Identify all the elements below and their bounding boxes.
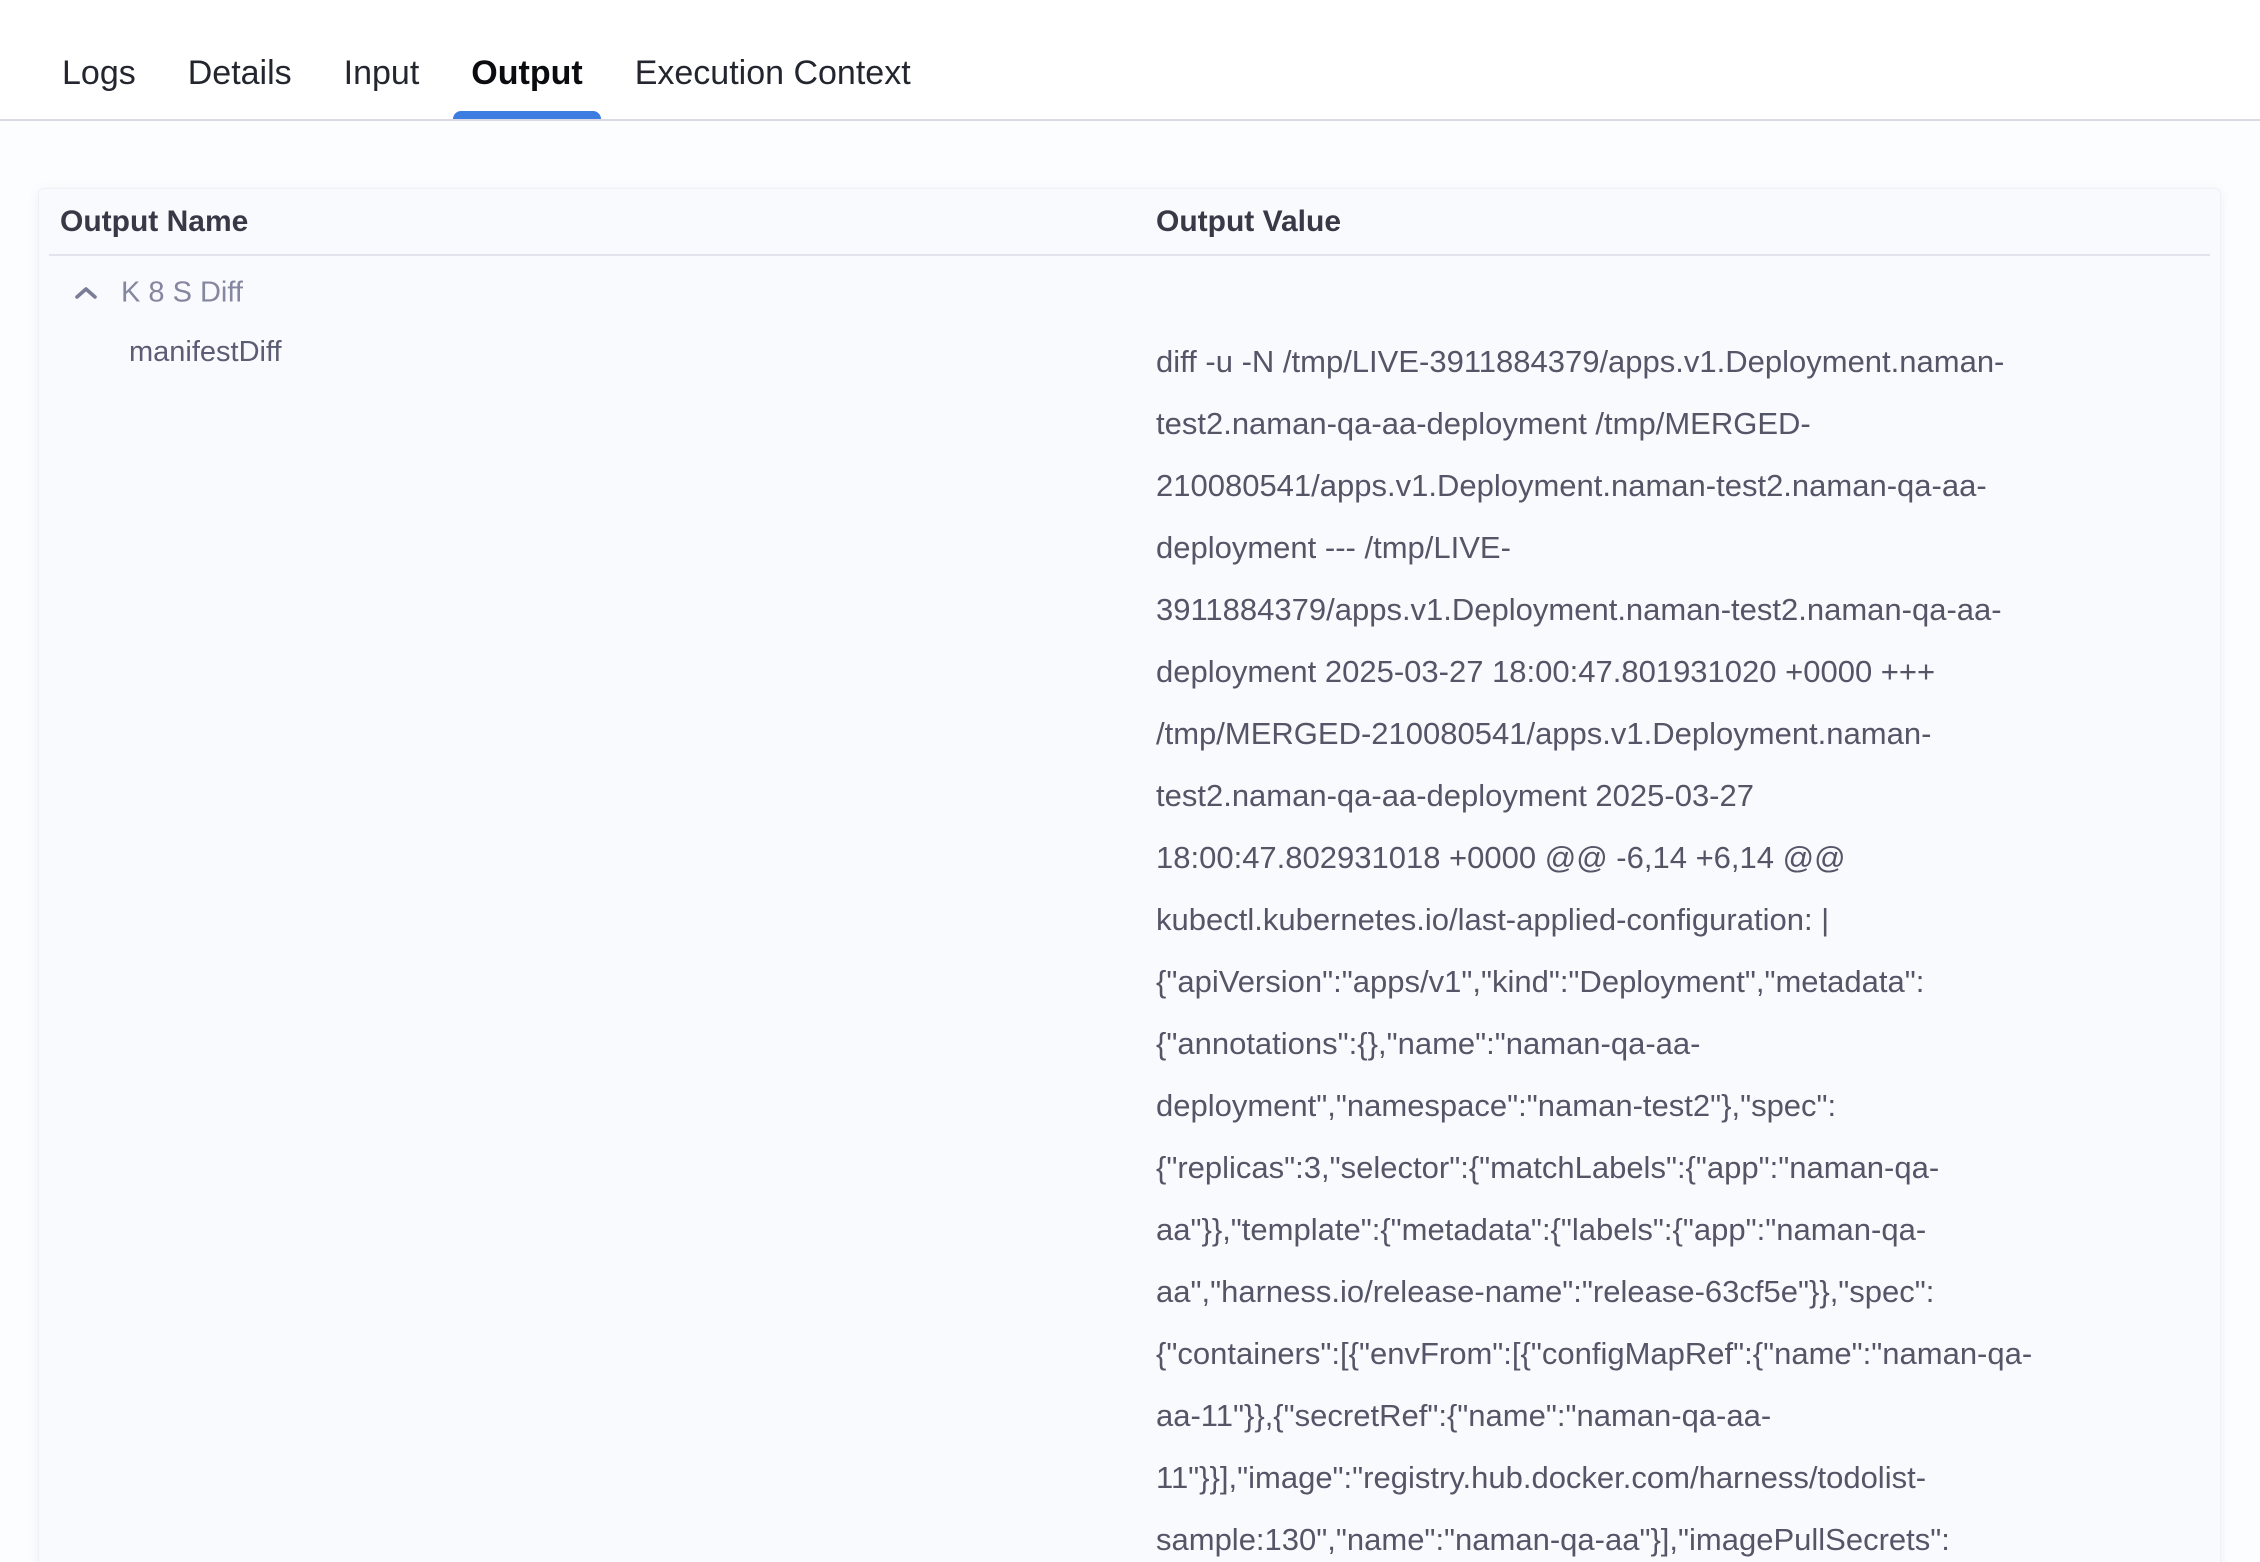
- tab-execution-context[interactable]: Execution Context: [635, 28, 911, 119]
- output-name-column-header: Output Name: [60, 205, 248, 239]
- output-value-column-header: Output Value: [1156, 205, 1341, 239]
- output-value-cell: diff -u -N /tmp/LIVE-3911884379/apps.v1.…: [1156, 331, 2036, 1562]
- output-group-label: K 8 S Diff: [121, 276, 243, 309]
- output-table: Output Name Output Value K 8 S Diff mani…: [38, 188, 2221, 1562]
- tab-output[interactable]: Output: [471, 28, 582, 119]
- output-group-row-k8s-diff[interactable]: K 8 S Diff: [39, 254, 2220, 331]
- tab-input[interactable]: Input: [344, 28, 420, 119]
- output-table-header: Output Name Output Value: [39, 189, 2220, 254]
- chevron-up-icon[interactable]: [74, 285, 98, 301]
- output-name-cell: manifestDiff: [129, 331, 282, 373]
- tab-bar: Logs Details Input Output Execution Cont…: [0, 0, 2260, 121]
- tab-details[interactable]: Details: [188, 28, 292, 119]
- tab-logs[interactable]: Logs: [62, 28, 136, 119]
